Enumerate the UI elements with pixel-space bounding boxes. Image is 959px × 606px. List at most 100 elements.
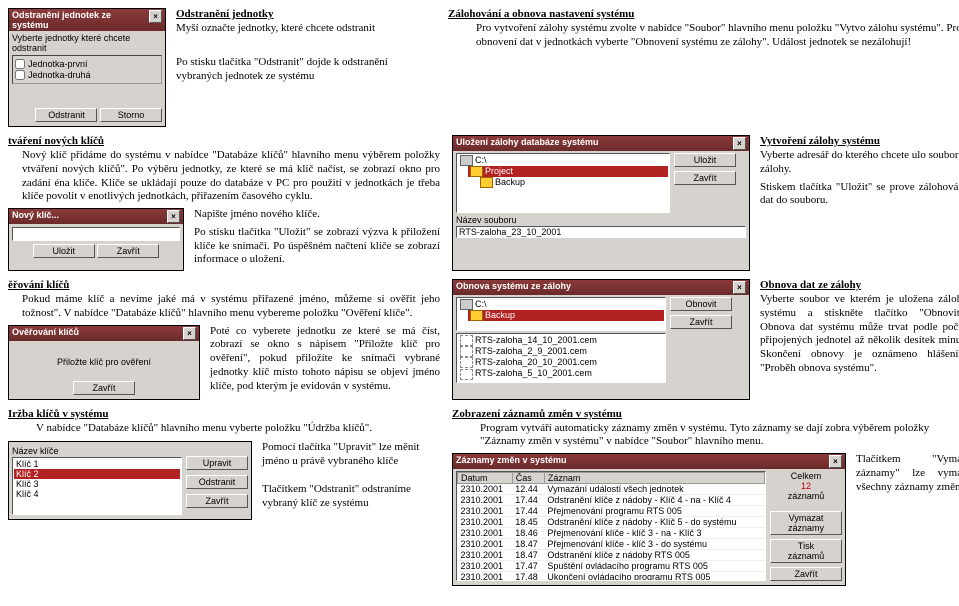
restore-window: Obnova systému ze zálohy × C:\ Backup RTS… — [452, 279, 750, 400]
file-item[interactable]: RTS-zaloha_5_10_2001.cem — [458, 368, 664, 379]
close-button[interactable]: Zavřít — [674, 171, 736, 185]
heading: tváření nových klíčů — [8, 135, 440, 147]
tree-node[interactable]: C:\ — [458, 155, 668, 166]
para: Program vytváří automaticky záznamy změn… — [480, 422, 959, 450]
para: Vyberte adresář do kterého chcete ulo so… — [760, 149, 959, 177]
para: Stiskem tlačítka "Uložit" se prove záloh… — [760, 181, 959, 209]
para: Tlačítkem "Odstranit" odstraníme vybraný… — [262, 483, 440, 511]
tree-node[interactable]: Backup — [468, 310, 664, 321]
log-row[interactable]: 2310.200117.44Přejmenování programu RTS … — [458, 506, 765, 517]
restore-button[interactable]: Obnovit — [670, 297, 732, 311]
para: Po stisku tlačítka "Odstranit" dojde k o… — [176, 56, 436, 84]
save-button[interactable]: Uložit — [33, 244, 95, 258]
label: Název souboru — [456, 215, 517, 225]
heading: Obnova dat ze zálohy — [760, 279, 959, 291]
remove-button[interactable]: Odstranit — [35, 108, 97, 122]
unit-row[interactable]: Jednotka-druhá — [15, 70, 159, 80]
close-button[interactable]: Zavřít — [73, 381, 135, 395]
heading: Iržba klíčů v systému — [8, 408, 440, 420]
log-row[interactable]: 2310.200118.47Odstranění klíče z nádoby … — [458, 550, 765, 561]
win-title: Nový klíč... — [12, 210, 59, 223]
tree-node[interactable]: C:\ — [458, 299, 664, 310]
label: záznamů — [770, 491, 842, 501]
close-button[interactable]: Zavřít — [670, 315, 732, 329]
para: V nabídce "Databáze klíčů" hlavního menu… — [36, 422, 440, 436]
win-title: Uložení zálohy databáze systému — [456, 137, 599, 150]
para: Pokud máme klíč a nevíme jaké má v systé… — [22, 293, 440, 321]
file-icon — [460, 357, 473, 368]
remove-units-window: Odstranění jednotek ze systému× Vyberte … — [8, 8, 166, 127]
para: Vyberte soubor ve kterém je uložena zálo… — [760, 293, 959, 376]
win-title: Obnova systému ze zálohy — [456, 281, 571, 294]
para: Pomocí tlačítka "Upravit" lze měnit jmén… — [262, 441, 440, 469]
print-log-button[interactable]: Tisk záznamů — [770, 539, 842, 563]
close-icon[interactable]: × — [183, 327, 196, 340]
log-table: DatumČasZáznam 2310.200112.44Vymazání ud… — [457, 472, 765, 581]
unit-row[interactable]: Jednotka-první — [15, 59, 159, 69]
remove-button[interactable]: Odstranit — [186, 475, 248, 489]
close-icon[interactable]: × — [733, 281, 746, 294]
win-title: Odstranění jednotek ze systému — [12, 10, 149, 30]
label: Název klíče — [12, 446, 59, 456]
para: Myší označte jednotky, které chcete odst… — [176, 22, 436, 36]
close-icon[interactable]: × — [733, 137, 746, 150]
heading: ěřování klíčů — [8, 279, 440, 291]
file-item[interactable]: RTS-zaloha_14_10_2001.cem — [458, 335, 664, 346]
para: Nový klíč přidáme do systému v nabídce "… — [22, 149, 440, 204]
para: Pro vytvoření zálohy systému zvolte v na… — [476, 22, 959, 50]
folder-icon — [470, 166, 483, 177]
folder-icon — [480, 177, 493, 188]
log-row[interactable]: 2310.200118.47Přejmenování klíče - klíč … — [458, 539, 765, 550]
log-row[interactable]: 2310.200117.48Ukončení ovládacího progra… — [458, 572, 765, 582]
close-button[interactable]: Zavřít — [770, 567, 842, 581]
key-item[interactable]: Klíč 2 — [14, 469, 180, 479]
heading: Vytvoření zálohy systému — [760, 135, 959, 147]
key-item[interactable]: Klíč 4 — [14, 489, 180, 499]
close-icon[interactable]: × — [829, 455, 842, 468]
key-name-input[interactable] — [12, 227, 180, 241]
para: Poté co vyberete jednotku ze které se má… — [210, 325, 440, 396]
win-title: Záznamy změn v systému — [456, 455, 567, 468]
heading: Zálohování a obnova nastavení systému — [448, 8, 959, 20]
edit-button[interactable]: Upravit — [186, 456, 248, 470]
clear-log-button[interactable]: Vymazat záznamy — [770, 511, 842, 535]
close-icon[interactable]: × — [149, 10, 162, 23]
save-button[interactable]: Uložit — [674, 153, 736, 167]
file-item[interactable]: RTS-zaloha_20_10_2001.cem — [458, 357, 664, 368]
cancel-button[interactable]: Storno — [100, 108, 162, 122]
key-maintenance-window: Název klíče Klíč 1 Klíč 2 Klíč 3 Klíč 4 … — [8, 441, 252, 520]
verify-key-window: Ověřování klíčů × Přiložte klíč pro ověře… — [8, 325, 200, 400]
label: Celkem — [770, 471, 842, 481]
log-row[interactable]: 2310.200112.44Vymazání událostí všech je… — [458, 484, 765, 495]
close-button[interactable]: Zavřít — [97, 244, 159, 258]
close-button[interactable]: Zavřít — [186, 494, 248, 508]
log-row[interactable]: 2310.200117.47Spuštění ovládacího progra… — [458, 561, 765, 572]
heading: Odstranění jednotky — [176, 8, 436, 20]
tree-node[interactable]: Project — [468, 166, 668, 177]
hint: Vyberte jednotky které chcete odstranit — [12, 33, 130, 53]
key-item[interactable]: Klíč 1 — [14, 459, 180, 469]
file-icon — [460, 335, 473, 346]
file-item[interactable]: RTS-zaloha_2_9_2001.cem — [458, 346, 664, 357]
tree-node[interactable]: Backup — [478, 177, 668, 188]
heading: Zobrazení záznamů změn v systému — [452, 408, 959, 420]
para: Napište jméno nového klíče. — [194, 208, 440, 222]
para: Tlačítkem "Vymaz záznamy" lze vymaz všec… — [856, 453, 959, 494]
log-row[interactable]: 2310.200118.46Přejmenování klíče - klíč … — [458, 528, 765, 539]
log-row[interactable]: 2310.200118.45Odstranění klíče z nádoby … — [458, 517, 765, 528]
folder-icon — [470, 310, 483, 321]
hint: Přiložte klíč pro ověření — [12, 357, 196, 367]
key-item[interactable]: Klíč 3 — [14, 479, 180, 489]
win-title: Ověřování klíčů — [12, 327, 79, 340]
new-key-window: Nový klíč... × Uložit Zavřít — [8, 208, 184, 271]
total-count: 12 — [770, 481, 842, 491]
para: Po stisku tlačítka "Uložit" se zobrazí v… — [194, 226, 440, 267]
filename-input[interactable]: RTS-zaloha_23_10_2001 — [456, 226, 746, 238]
close-icon[interactable]: × — [167, 210, 180, 223]
file-icon — [460, 369, 473, 380]
drive-icon — [460, 299, 473, 310]
log-row[interactable]: 2310.200117.44Odstranění klíče z nádoby … — [458, 495, 765, 506]
log-window: Záznamy změn v systému × DatumČasZáznam 2… — [452, 453, 846, 586]
file-icon — [460, 346, 473, 357]
save-backup-window: Uložení zálohy databáze systému × C:\ Pro… — [452, 135, 750, 271]
